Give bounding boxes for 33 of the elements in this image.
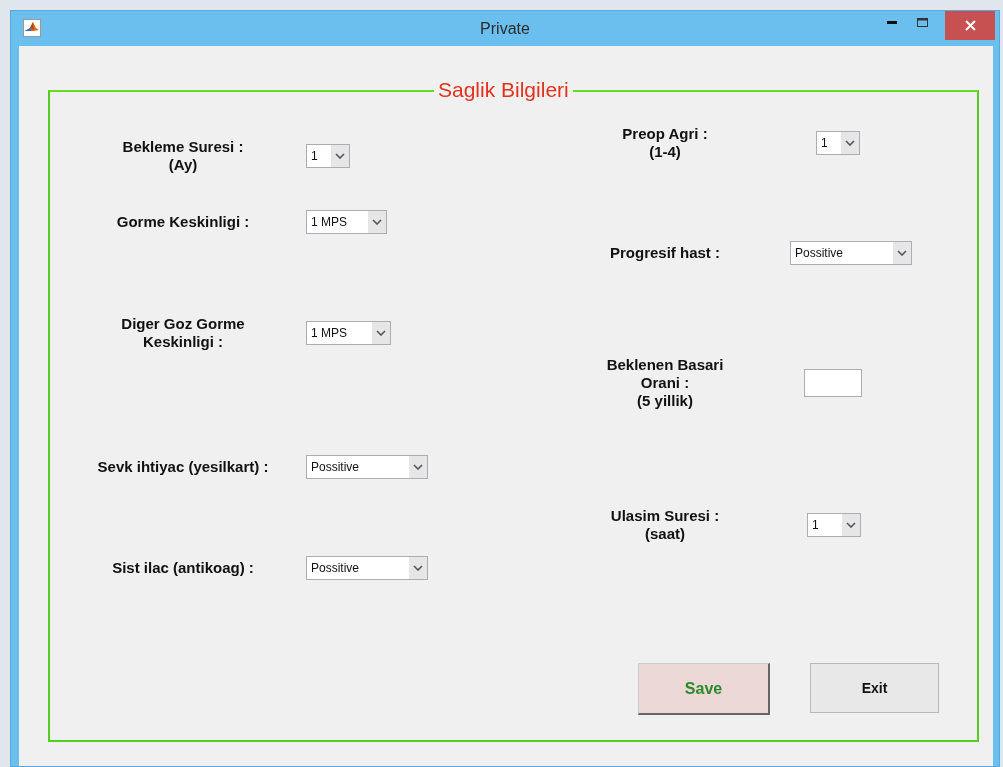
dropdown[interactable]: Possitive bbox=[306, 455, 428, 479]
field-label: Bekleme Suresi : (Ay) bbox=[121, 138, 245, 174]
caret-icon bbox=[413, 464, 423, 470]
field-label: Preop Agri : (1-4) bbox=[621, 125, 709, 161]
field-label: Sevk ihtiyac (yesilkart) : bbox=[96, 458, 270, 476]
dropdown[interactable]: 1 MPS bbox=[306, 321, 391, 345]
exit-button[interactable]: Exit bbox=[810, 663, 939, 713]
caret-icon bbox=[335, 153, 345, 159]
dropdown[interactable]: 1 bbox=[816, 131, 860, 155]
field-label: Beklenen Basari Orani : (5 yillik) bbox=[605, 356, 725, 410]
window-title: Private bbox=[480, 19, 530, 38]
caret-icon bbox=[413, 565, 423, 571]
field-label: Ulasim Suresi : (saat) bbox=[609, 507, 721, 543]
caret-icon bbox=[846, 522, 856, 528]
field-label: Progresif hast : bbox=[609, 244, 721, 262]
caret-icon bbox=[845, 140, 855, 146]
close-button[interactable] bbox=[945, 11, 995, 40]
dropdown[interactable]: 1 bbox=[306, 144, 350, 168]
caret-icon bbox=[372, 219, 382, 225]
field-label: Gorme Keskinligi : bbox=[115, 213, 251, 231]
close-icon bbox=[964, 20, 976, 31]
field-label: Diger Goz Gorme Keskinligi : bbox=[120, 315, 246, 351]
input-field[interactable] bbox=[804, 369, 862, 397]
caret-icon bbox=[897, 250, 907, 256]
caret-icon bbox=[376, 330, 386, 336]
dropdown[interactable]: Possitive bbox=[306, 556, 428, 580]
dropdown[interactable]: 1 bbox=[807, 513, 861, 537]
dropdown[interactable]: 1 MPS bbox=[306, 210, 387, 234]
minimize-icon[interactable] bbox=[887, 20, 897, 24]
maximize-icon[interactable] bbox=[916, 17, 928, 27]
app-icon bbox=[23, 19, 41, 37]
dropdown[interactable]: Possitive bbox=[790, 241, 912, 265]
field-label: Sist ilac (antikoag) : bbox=[111, 559, 255, 577]
